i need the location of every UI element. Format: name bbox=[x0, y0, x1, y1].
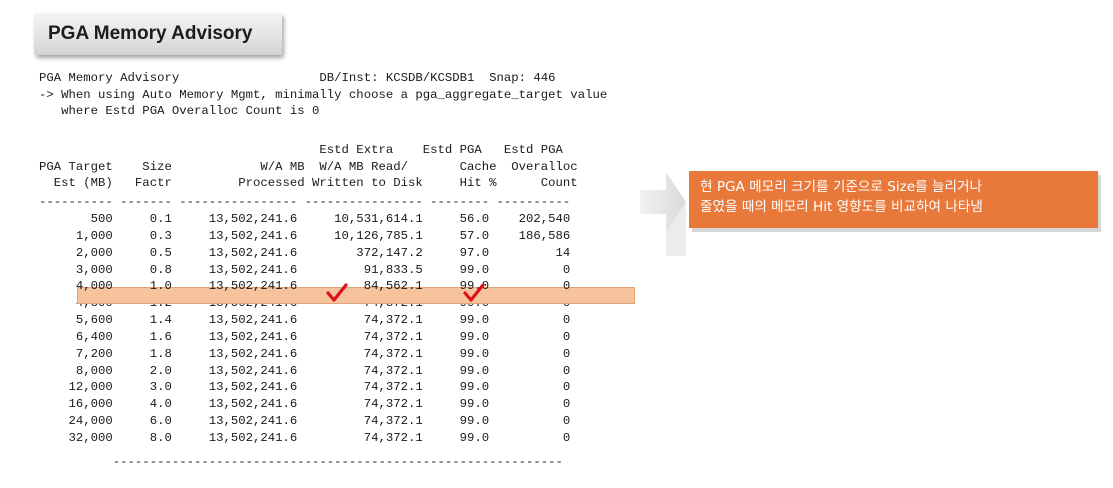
table-row: 5,600 1.4 13,502,241.6 74,372.1 99.0 0 bbox=[39, 313, 571, 327]
pga-advisory-report: PGA Memory Advisory DB/Inst: KCSDB/KCSDB… bbox=[39, 66, 659, 486]
annotation-note: 현 PGA 메모리 크기를 기준으로 Size를 늘리거나 줄였을 때의 메모리… bbox=[689, 171, 1098, 228]
table-row: 7,200 1.8 13,502,241.6 74,372.1 99.0 0 bbox=[39, 347, 571, 361]
report-line: Est (MB) Factr Processed Written to Disk… bbox=[39, 176, 578, 190]
table-row: 16,000 4.0 13,502,241.6 74,372.1 99.0 0 bbox=[39, 397, 571, 411]
checkmark-icon bbox=[463, 283, 485, 302]
report-line: PGA Memory Advisory DB/Inst: KCSDB/KCSDB… bbox=[39, 71, 556, 85]
report-line: ----------------------------------------… bbox=[39, 455, 563, 469]
table-row: 6,400 1.6 13,502,241.6 74,372.1 99.0 0 bbox=[39, 330, 571, 344]
table-row: 1,000 0.3 13,502,241.6 10,126,785.1 57.0… bbox=[39, 229, 571, 243]
arrow-right-icon bbox=[640, 172, 686, 256]
report-line: ---------- ------- ---------------- ----… bbox=[39, 195, 571, 209]
table-row: 2,000 0.5 13,502,241.6 372,147.2 97.0 14 bbox=[39, 246, 571, 260]
table-row: 12,000 3.0 13,502,241.6 74,372.1 99.0 0 bbox=[39, 380, 571, 394]
report-line: PGA Target Size W/A MB W/A MB Read/ Cach… bbox=[39, 160, 578, 174]
page-title: PGA Memory Advisory bbox=[34, 13, 282, 55]
report-line: where Estd PGA Overalloc Count is 0 bbox=[39, 104, 320, 118]
table-row: 4,000 1.0 13,502,241.6 84,562.1 99.0 0 bbox=[39, 279, 571, 293]
table-row: 32,000 8.0 13,502,241.6 74,372.1 99.0 0 bbox=[39, 431, 571, 445]
table-row: 8,000 2.0 13,502,241.6 74,372.1 99.0 0 bbox=[39, 364, 571, 378]
table-row: 3,000 0.8 13,502,241.6 91,833.5 99.0 0 bbox=[39, 263, 571, 277]
report-line: -> When using Auto Memory Mgmt, minimall… bbox=[39, 88, 608, 102]
note-line-2: 줄였을 때의 메모리 Hit 영향도를 비교하여 나타냄 bbox=[700, 199, 983, 215]
table-row: 24,000 6.0 13,502,241.6 74,372.1 99.0 0 bbox=[39, 414, 571, 428]
note-line-1: 현 PGA 메모리 크기를 기준으로 Size를 늘리거나 bbox=[700, 179, 982, 195]
checkmark-icon bbox=[326, 283, 348, 302]
report-line: Estd Extra Estd PGA Estd PGA bbox=[39, 143, 563, 157]
table-row: 500 0.1 13,502,241.6 10,531,614.1 56.0 2… bbox=[39, 212, 571, 226]
